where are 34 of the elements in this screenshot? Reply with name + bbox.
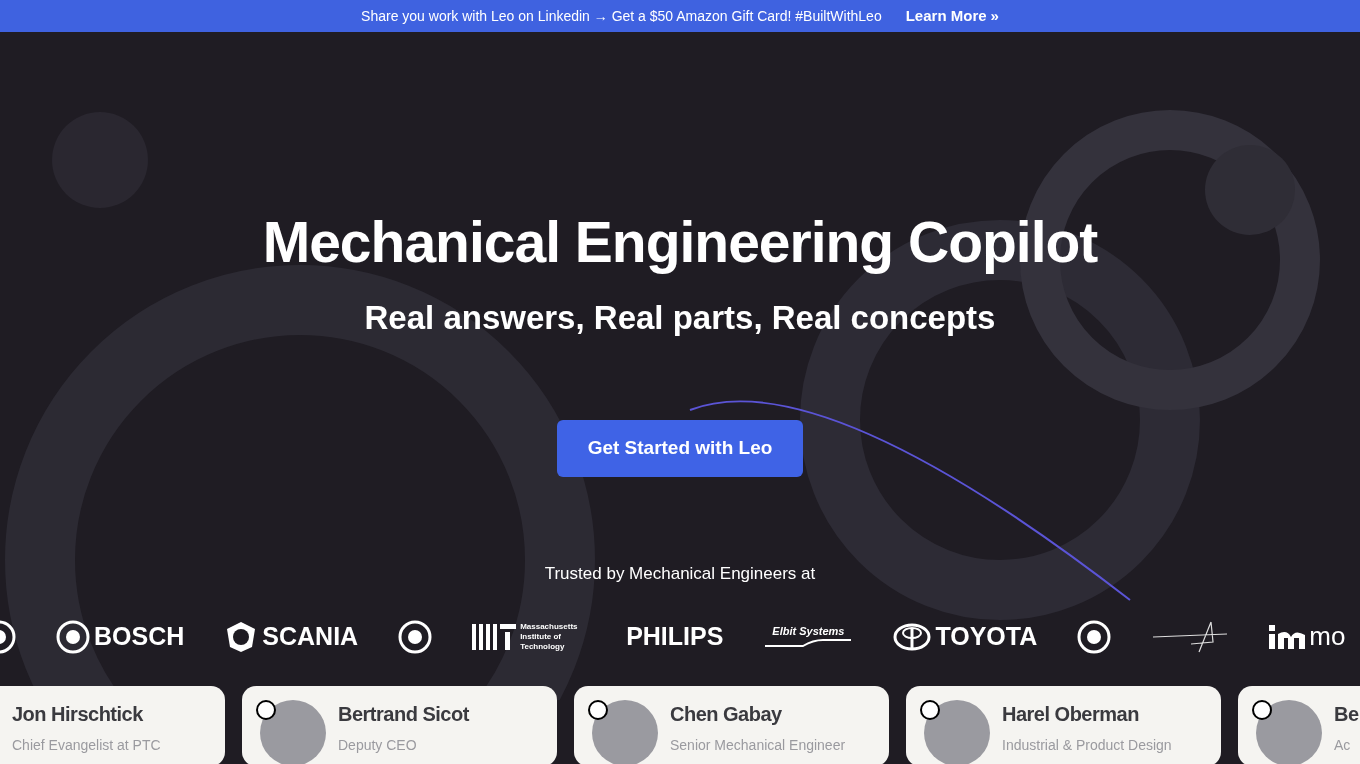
person-name: Be	[1334, 701, 1359, 727]
company-badge-icon	[1252, 699, 1272, 720]
company-logo-text: Massachusetts Institute of Technology	[520, 621, 579, 652]
learn-more-link[interactable]: Learn More »	[905, 4, 999, 28]
get-started-button[interactable]: Get Started with Leo	[557, 420, 803, 477]
company-logo-text: mo	[1309, 620, 1346, 653]
person-role: Senior Mechanical Engineer	[670, 735, 846, 755]
person-name: Harel Oberman	[1002, 701, 1140, 727]
circle-logo-icon	[1077, 619, 1112, 654]
company-logo-text: PHILIPS	[626, 620, 724, 652]
person-role: Ac	[1334, 735, 1352, 755]
promo-text: Share you work with Leo on Linkedin → Get a $50 Amazon Gift Card! #BuiltWithLeo	[361, 6, 882, 26]
person-name: Chen Gabay	[670, 701, 783, 727]
bars-logo-icon	[472, 623, 517, 650]
m-logo-icon	[1269, 624, 1306, 649]
company-badge-icon	[920, 699, 940, 720]
hero-subtitle: Real answers, Real parts, Real concepts	[364, 301, 996, 334]
star-line-logo-icon	[1151, 619, 1230, 654]
circle-logo-icon	[398, 619, 433, 654]
company-badge-icon	[256, 699, 276, 720]
company-badge-icon	[588, 699, 608, 720]
person-role: Deputy CEO	[338, 735, 418, 755]
company-logo-text: Elbit Systems	[772, 626, 845, 637]
company-logo-text: SCANIA	[262, 620, 359, 652]
company-logo-text: BOSCH	[94, 620, 185, 652]
person-name: Jon Hirschtick	[12, 701, 144, 727]
circle-logo-icon	[56, 619, 90, 654]
person-role: Chief Evangelist at PTC	[12, 735, 161, 755]
company-logo-text: TOYOTA	[935, 620, 1038, 652]
trusted-heading: Trusted by Mechanical Engineers at	[544, 563, 816, 585]
person-name: Bertrand Sicot	[338, 701, 469, 727]
person-role: Industrial & Product Design	[1002, 735, 1172, 755]
swoosh-logo-icon	[763, 639, 854, 647]
oval-logo-icon	[893, 622, 932, 651]
